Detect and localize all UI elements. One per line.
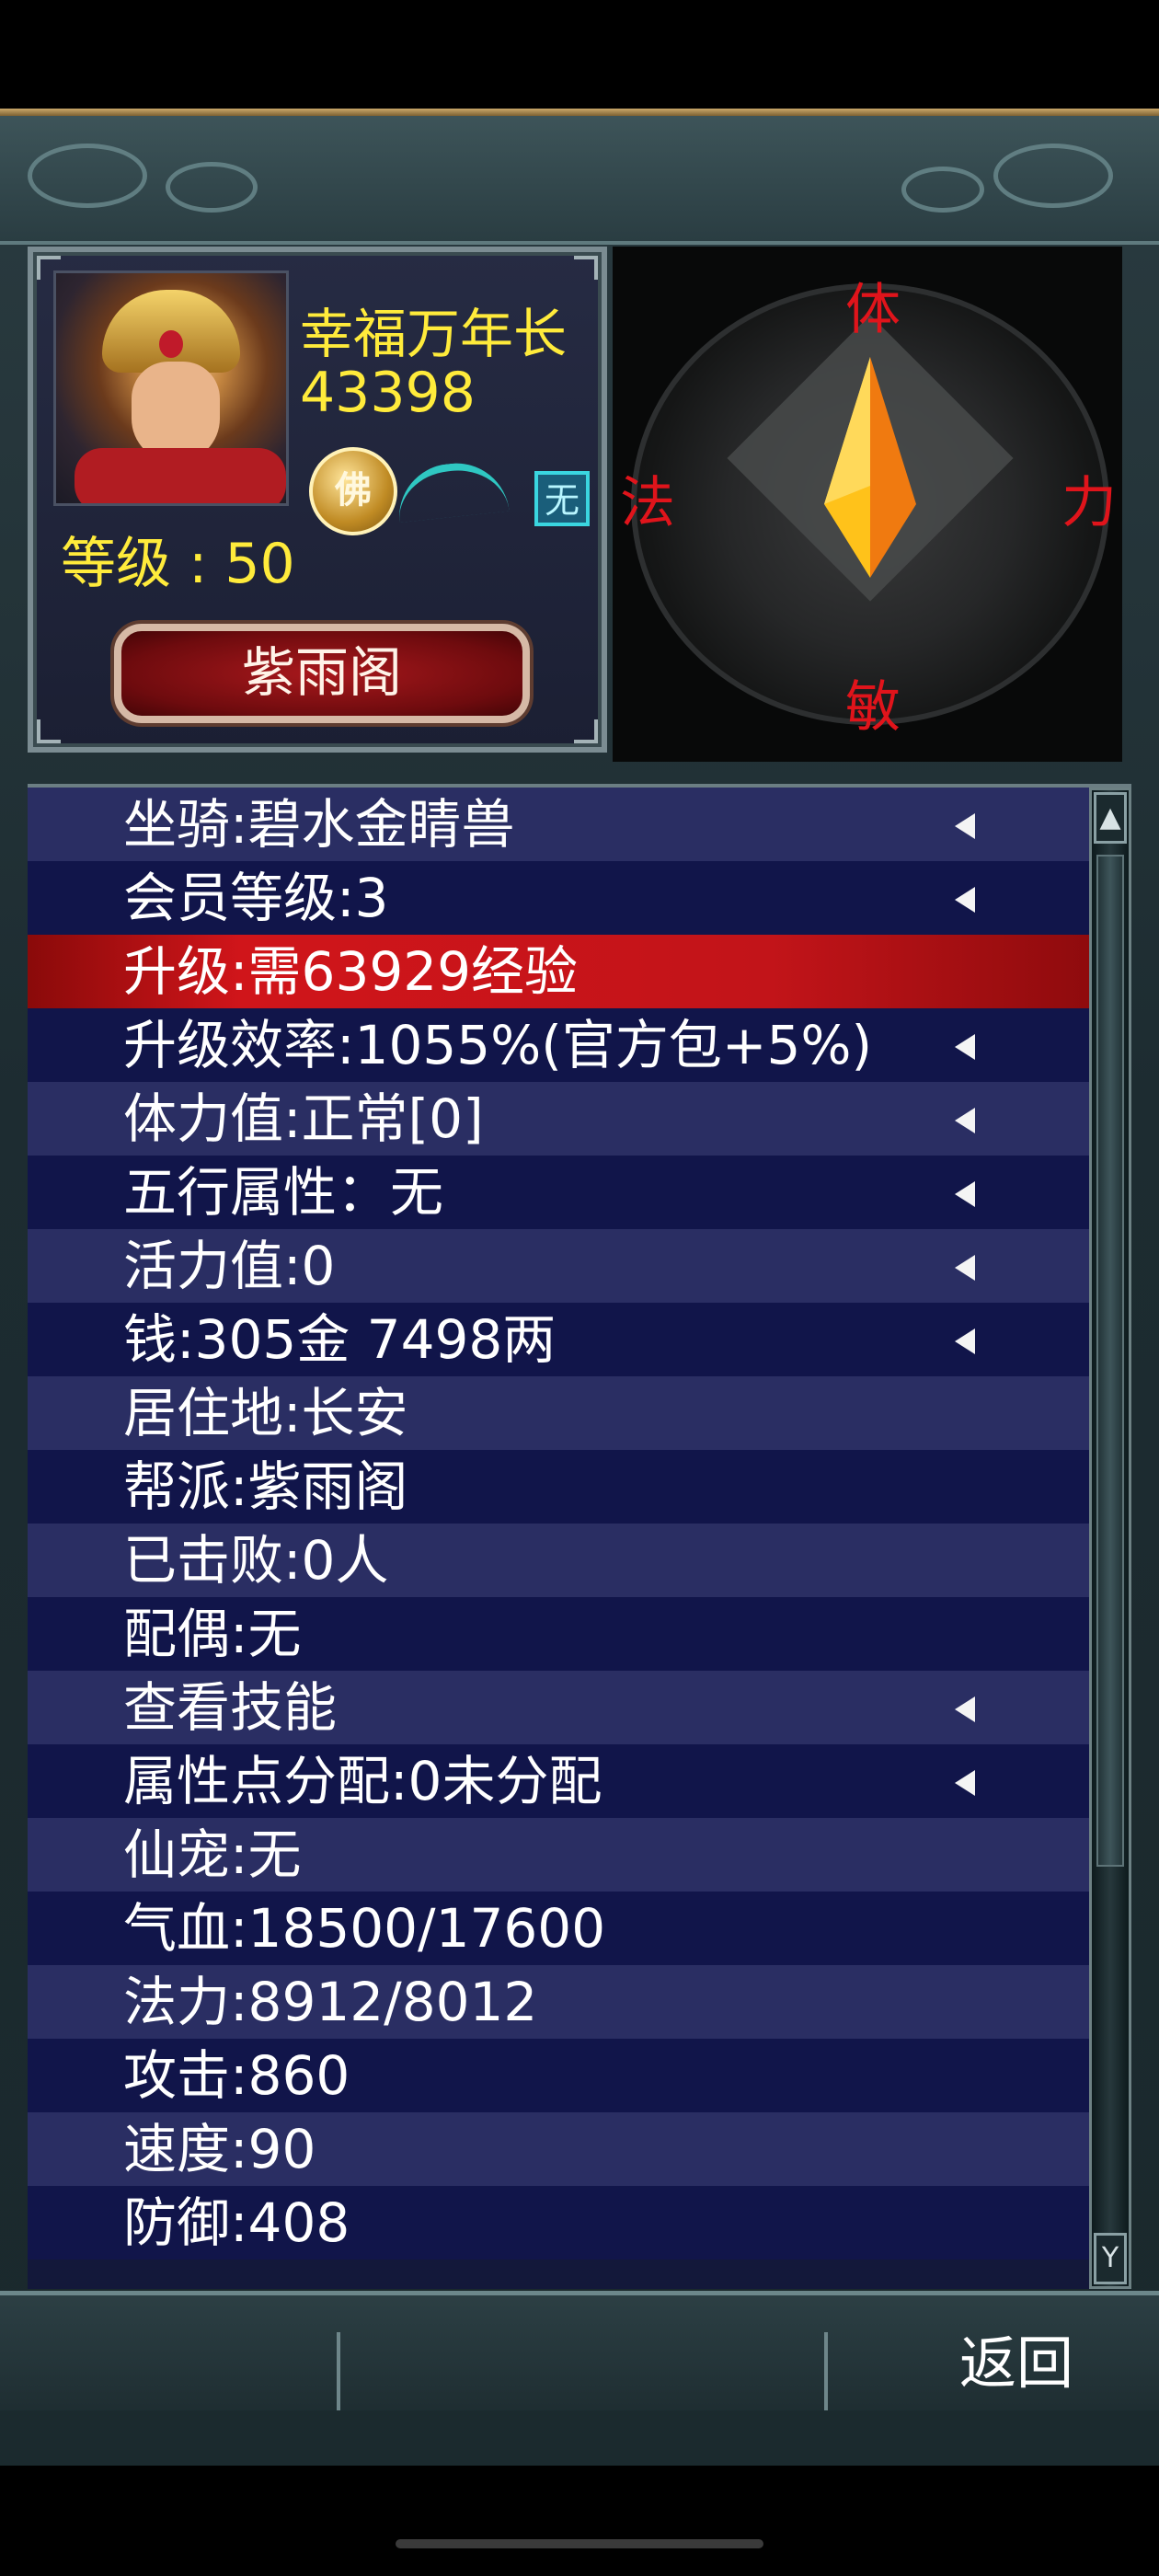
- stat-row: 仙宠:无: [28, 1818, 1089, 1892]
- expand-arrow-icon[interactable]: [955, 1181, 975, 1207]
- stat-row-label: 法力:8912/8012: [123, 1971, 538, 2033]
- stat-row-label: 防御:408: [123, 2191, 350, 2254]
- cloud-ornament: [993, 144, 1113, 208]
- stat-row-label: 查看技能: [123, 1676, 338, 1739]
- stat-row[interactable]: 坐骑:碧水金睛兽: [28, 788, 1089, 861]
- stat-row: 升级:需63929经验: [28, 935, 1089, 1008]
- buddha-badge-icon[interactable]: 佛: [309, 447, 397, 535]
- expand-arrow-icon[interactable]: [955, 1255, 975, 1281]
- cloud-ornament: [28, 144, 147, 208]
- stat-row-label: 攻击:860: [123, 2044, 350, 2107]
- stat-row: 帮派:紫雨阁: [28, 1450, 1089, 1524]
- expand-arrow-icon[interactable]: [955, 1770, 975, 1796]
- bottom-safe-area: [0, 2466, 1159, 2576]
- stat-row: 配偶:无: [28, 1597, 1089, 1671]
- compass-label-bottom: 敏: [845, 675, 901, 740]
- attribute-compass: 体 法 力 敏: [613, 247, 1122, 762]
- panel-corner: [37, 719, 61, 743]
- stat-row: 防御:408: [28, 2186, 1089, 2260]
- stat-row[interactable]: 活力值:0: [28, 1229, 1089, 1303]
- panel-corner: [574, 256, 598, 280]
- stat-row-label: 会员等级:3: [123, 867, 389, 929]
- scroll-thumb[interactable]: [1096, 855, 1124, 1867]
- guild-button[interactable]: 紫雨阁: [114, 624, 530, 723]
- stat-row-label: 属性点分配:0未分配: [123, 1750, 602, 1812]
- status-bar-area: [0, 0, 1159, 109]
- stat-row-label: 坐骑:碧水金睛兽: [123, 793, 515, 856]
- element-badge-icon[interactable]: 无: [534, 471, 590, 526]
- stat-row[interactable]: 体力值:正常[0]: [28, 1082, 1089, 1156]
- character-id: 43398: [300, 361, 476, 425]
- stat-row[interactable]: 查看技能: [28, 1671, 1089, 1744]
- stat-row[interactable]: 属性点分配:0未分配: [28, 1744, 1089, 1818]
- stat-row[interactable]: 钱:305金 7498两: [28, 1303, 1089, 1376]
- stats-list: 坐骑:碧水金睛兽 会员等级:3 升级:需63929经验升级效率:1055%(官方包+…: [28, 788, 1089, 2260]
- scarf-graphic: [75, 448, 286, 503]
- stat-row-label: 已击败:0人: [123, 1529, 389, 1592]
- stat-row: 法力:8912/8012: [28, 1965, 1089, 2039]
- stat-row-label: 速度:90: [123, 2118, 316, 2180]
- stat-row-label: 帮派:紫雨阁: [123, 1455, 408, 1518]
- compass-needle-icon: [824, 357, 916, 578]
- expand-arrow-icon[interactable]: [955, 1696, 975, 1722]
- home-indicator[interactable]: [396, 2539, 763, 2548]
- stat-row-label: 气血:18500/17600: [123, 1897, 606, 1960]
- back-button[interactable]: 返回: [947, 2322, 1085, 2405]
- stat-row-label: 钱:305金 7498两: [123, 1308, 557, 1371]
- compass-label-right: 力: [1061, 471, 1117, 535]
- stat-row: 居住地:长安: [28, 1376, 1089, 1450]
- stats-scrollbar[interactable]: ▲ Y: [1089, 788, 1131, 2289]
- stat-row: 攻击:860: [28, 2039, 1089, 2112]
- expand-arrow-icon[interactable]: [955, 813, 975, 839]
- helmet-gem-graphic: [159, 330, 183, 358]
- stat-row-label: 体力值:正常[0]: [123, 1087, 484, 1150]
- top-cloud-ornament: [0, 116, 1159, 245]
- bottom-cloud-ornament: [0, 2410, 1159, 2466]
- stat-row: 气血:18500/17600: [28, 1892, 1089, 1965]
- panel-corner: [574, 719, 598, 743]
- expand-arrow-icon[interactable]: [955, 1108, 975, 1133]
- cloud-ornament: [901, 167, 984, 213]
- frame-gold-trim: [0, 109, 1159, 116]
- stat-row: 速度:90: [28, 2112, 1089, 2186]
- stat-row-label: 配偶:无: [123, 1603, 302, 1665]
- character-level: 等级 : 50: [61, 532, 295, 596]
- scroll-up-button[interactable]: ▲: [1094, 792, 1127, 844]
- compass-label-top: 体: [845, 278, 901, 342]
- character-panel: 幸福万年长 43398 佛 无 等级 : 50 紫雨阁: [28, 247, 607, 753]
- stat-row-label: 升级:需63929经验: [123, 940, 579, 1003]
- character-name: 幸福万年长: [300, 303, 568, 365]
- compass-label-left: 法: [620, 471, 675, 535]
- stat-row[interactable]: 会员等级:3: [28, 861, 1089, 935]
- wing-ornament-icon: [394, 457, 510, 523]
- stat-row-label: 活力值:0: [123, 1235, 336, 1297]
- expand-arrow-icon[interactable]: [955, 1328, 975, 1354]
- expand-arrow-icon[interactable]: [955, 1034, 975, 1060]
- stat-row: 已击败:0人: [28, 1524, 1089, 1597]
- stat-row[interactable]: 五行属性：无: [28, 1156, 1089, 1229]
- character-portrait[interactable]: [53, 270, 289, 506]
- expand-arrow-icon[interactable]: [955, 887, 975, 913]
- stat-row[interactable]: 升级效率:1055%(官方包+5%): [28, 1008, 1089, 1082]
- stat-row-label: 仙宠:无: [123, 1823, 302, 1886]
- stat-row-label: 居住地:长安: [123, 1382, 408, 1444]
- stats-panel: 坐骑:碧水金睛兽 会员等级:3 升级:需63929经验升级效率:1055%(官方包+…: [28, 784, 1131, 2289]
- stat-row-label: 五行属性：无: [123, 1161, 444, 1224]
- stat-row-label: 升级效率:1055%(官方包+5%): [123, 1014, 873, 1076]
- cloud-ornament: [166, 162, 258, 213]
- scroll-down-button[interactable]: Y: [1094, 2233, 1127, 2284]
